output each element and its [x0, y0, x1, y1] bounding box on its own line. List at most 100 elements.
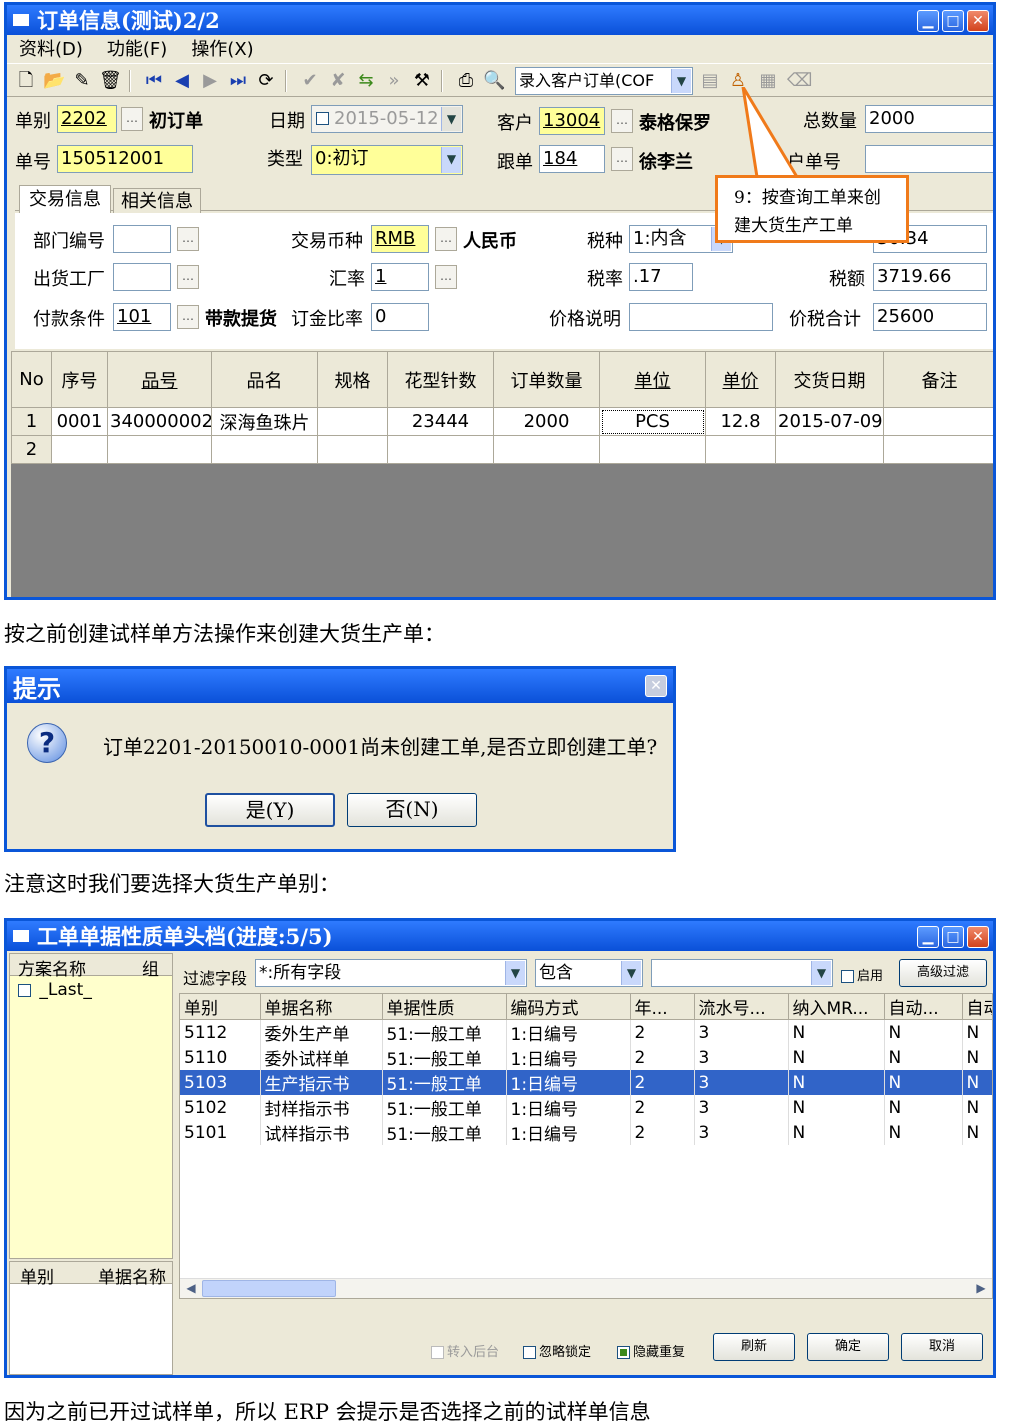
refresh-icon[interactable]: ⟳: [255, 70, 277, 92]
menu-data[interactable]: 资料(D): [19, 35, 83, 61]
window-menu-icon[interactable]: [13, 930, 29, 942]
list-item[interactable]: 5103 生产指示书 51:一般工单 1:日编号 2 3 N N N: [180, 1070, 992, 1095]
maximize-button[interactable]: □: [942, 926, 964, 948]
customer-lookup-button[interactable]: …: [611, 109, 633, 133]
filter-field-select[interactable]: *:所有字段 ▼: [255, 959, 527, 987]
date-checkbox[interactable]: [316, 112, 329, 125]
scheme-group-header[interactable]: 组: [142, 955, 159, 980]
list-item[interactable]: 5101 试样指示书 51:一般工单 1:日编号 2 3 N N N: [180, 1120, 992, 1145]
enable-checkbox-box[interactable]: [841, 970, 854, 983]
date-field[interactable]: 2015-05-12 ▼: [311, 105, 463, 133]
pay-field[interactable]: 101: [113, 303, 171, 331]
currency-field[interactable]: RMB: [371, 225, 429, 253]
cell[interactable]: [775, 435, 884, 464]
col-delivery[interactable]: 交货日期: [775, 351, 884, 408]
rate-field[interactable]: 1: [371, 263, 429, 291]
preview-icon[interactable]: 🔍: [483, 70, 505, 92]
print-icon[interactable]: ⎙: [455, 70, 477, 92]
cell[interactable]: 2015-07-09: [775, 407, 884, 436]
chevron-down-icon[interactable]: ▼: [441, 107, 461, 131]
col-auto1[interactable]: 自动...: [884, 994, 963, 1020]
ok-button[interactable]: 确定: [807, 1333, 889, 1361]
scheme-item-checkbox[interactable]: [18, 983, 31, 997]
ignore-lock-checkbox[interactable]: 忽略锁定: [523, 1341, 591, 1360]
chevron-down-icon[interactable]: ▼: [441, 147, 461, 173]
col-seq[interactable]: 序号: [51, 351, 108, 408]
price-note-field[interactable]: [629, 303, 773, 331]
yes-button[interactable]: 是(Y): [205, 793, 335, 827]
cust-order-field[interactable]: [865, 145, 993, 173]
dept-field[interactable]: [113, 225, 171, 253]
currency-lookup-button[interactable]: …: [435, 227, 457, 251]
confirm-icon[interactable]: ✔: [299, 70, 321, 92]
scroll-left-icon[interactable]: ◀: [182, 1280, 200, 1297]
horizontal-scrollbar[interactable]: ◀ ▶: [180, 1278, 992, 1298]
col-no[interactable]: No: [11, 351, 52, 408]
list-item[interactable]: 5102 封样指示书 51:一般工单 1:日编号 2 3 N N N: [180, 1095, 992, 1120]
col-dan-bie[interactable]: 单别: [180, 994, 261, 1020]
follower-field[interactable]: 184: [539, 145, 605, 173]
col-doc-name[interactable]: 单据名称: [260, 994, 383, 1020]
cell[interactable]: 12.8: [705, 407, 776, 436]
approve-icon[interactable]: ⇆: [355, 70, 377, 92]
menu-operation[interactable]: 操作(X): [191, 35, 253, 61]
col-order-qty[interactable]: 订单数量: [493, 351, 600, 408]
open-icon[interactable]: 📂: [43, 70, 65, 92]
deposit-field[interactable]: 0: [371, 303, 429, 331]
hide-dup-box[interactable]: [617, 1346, 630, 1359]
maximize-button[interactable]: □: [942, 10, 964, 32]
to-background-box[interactable]: [431, 1346, 444, 1359]
workorder-titlebar[interactable]: 工单单据性质单头档(进度:5/5): [7, 921, 993, 951]
type-select[interactable]: 0:初订 ▼: [311, 145, 463, 175]
cell[interactable]: [387, 435, 494, 464]
list-item[interactable]: 5112 委外生产单 51:一般工单 1:日编号 2 3 N N N: [180, 1019, 992, 1045]
new-icon[interactable]: 🗋: [15, 70, 37, 92]
cell[interactable]: [107, 435, 212, 464]
follower-lookup-button[interactable]: …: [611, 147, 633, 171]
cell[interactable]: [51, 435, 108, 464]
delete-icon[interactable]: 🗑: [99, 70, 122, 92]
ignore-lock-box[interactable]: [523, 1346, 536, 1359]
left-bottom-col-name[interactable]: 单据名称: [98, 1263, 166, 1288]
filter-value-select[interactable]: ▼: [651, 959, 833, 987]
enable-checkbox[interactable]: 启用: [841, 965, 883, 984]
cell[interactable]: [317, 407, 388, 436]
no-button[interactable]: 否(N): [347, 793, 477, 827]
dan-hao-field[interactable]: 150512001: [57, 145, 193, 173]
cell[interactable]: 23444: [387, 407, 494, 436]
chevron-down-icon[interactable]: ▼: [671, 69, 691, 93]
filter-op-select[interactable]: 包含 ▼: [535, 959, 643, 987]
dan-bie-field[interactable]: 2202: [57, 105, 117, 133]
list-item[interactable]: 5110 委外试样单 51:一般工单 1:日编号 2 3 N N N: [180, 1045, 992, 1070]
edit-icon[interactable]: ✎: [71, 70, 93, 92]
order-window-titlebar[interactable]: 订单信息(测试)2/2: [7, 5, 993, 35]
cell[interactable]: PCS: [599, 407, 706, 436]
customer-field[interactable]: 13004: [539, 107, 605, 135]
col-item-name[interactable]: 品名: [211, 351, 318, 408]
dialog-titlebar[interactable]: 提示: [7, 669, 673, 703]
dept-lookup-button[interactable]: …: [177, 227, 199, 251]
pay-lookup-button[interactable]: …: [177, 305, 199, 329]
toolbar-combo[interactable]: 录入客户订单(COF ▼: [515, 67, 693, 95]
col-encoding[interactable]: 编码方式: [506, 994, 631, 1020]
chevron-down-icon[interactable]: ▼: [811, 961, 831, 985]
tax-rate-field[interactable]: .17: [629, 263, 693, 291]
chevron-down-icon[interactable]: ▼: [505, 961, 525, 985]
chevron-down-icon[interactable]: ▼: [621, 961, 641, 985]
cancel-button[interactable]: 取消: [901, 1333, 983, 1361]
dialog-close-button[interactable]: ✕: [645, 675, 667, 697]
col-stitch[interactable]: 花型针数: [387, 351, 494, 408]
tab-related-info[interactable]: 相关信息: [113, 188, 201, 214]
close-button[interactable]: ✕: [967, 10, 989, 32]
tax-amount-field[interactable]: 3719.66: [873, 263, 987, 291]
scroll-thumb[interactable]: [202, 1280, 336, 1297]
tools-icon[interactable]: ⚒: [411, 70, 433, 92]
batch-icon[interactable]: »: [383, 70, 405, 92]
cell[interactable]: [599, 435, 706, 464]
cell[interactable]: [493, 435, 600, 464]
total-qty-field[interactable]: 2000: [865, 105, 993, 133]
last-record-icon[interactable]: ⏭: [227, 70, 249, 92]
menu-function[interactable]: 功能(F): [107, 35, 167, 61]
cell[interactable]: 2000: [493, 407, 600, 436]
table-row[interactable]: 2: [11, 435, 993, 464]
